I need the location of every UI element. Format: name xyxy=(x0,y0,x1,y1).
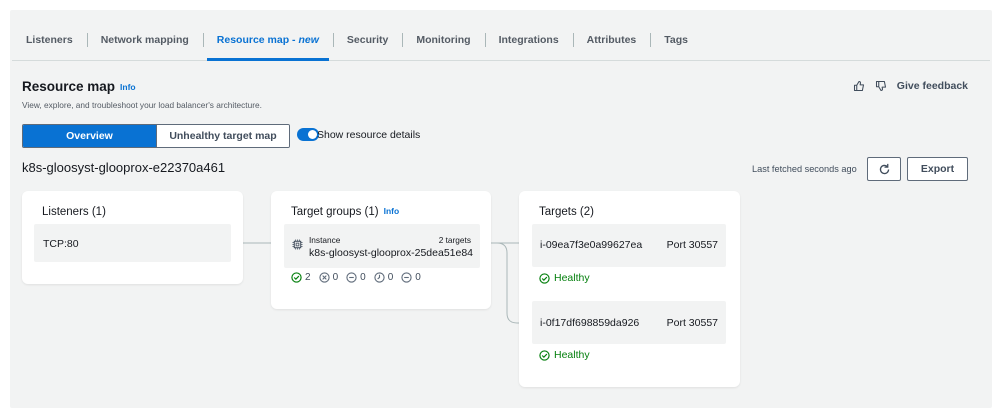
target-port: Port 30557 xyxy=(666,239,718,251)
unhealthy-target-map-button[interactable]: Unhealthy target map xyxy=(156,125,289,147)
target-port: Port 30557 xyxy=(666,317,718,329)
target-groups-title: Target groups (1) Info xyxy=(291,206,399,218)
tab-attributes[interactable]: Attributes xyxy=(572,20,651,60)
info-link[interactable]: Info xyxy=(120,82,136,92)
tab-label: Listeners xyxy=(26,34,73,46)
tab-integrations[interactable]: Integrations xyxy=(484,20,573,60)
pending-clock-icon xyxy=(374,272,385,283)
refresh-button[interactable] xyxy=(867,157,901,181)
last-fetched-text: Last fetched seconds ago xyxy=(752,164,857,174)
instance-icon xyxy=(292,239,303,250)
target-groups-title-text: Target groups (1) xyxy=(291,206,379,218)
draining-count: 0 xyxy=(415,272,421,283)
tab-bar: Listeners Network mapping Resource map -… xyxy=(12,20,990,61)
target-type: Instance xyxy=(309,235,341,245)
tab-label: Security xyxy=(346,34,389,46)
stat-unhealthy: 0 xyxy=(318,272,339,283)
tab-resource-map[interactable]: Resource map - new xyxy=(202,20,333,61)
page-title-text: Resource map xyxy=(22,79,116,94)
view-segmented-control: Overview Unhealthy target map xyxy=(22,124,290,148)
target-groups-card: Target groups (1) Info Instance 2 targets… xyxy=(271,191,491,309)
stat-unused: 0 xyxy=(346,272,366,283)
unhealthy-count: 0 xyxy=(332,272,339,283)
info-link[interactable]: Info xyxy=(384,206,400,216)
target-health-status: Healthy xyxy=(539,272,590,284)
target-group-row[interactable]: Instance 2 targets k8s-gloosyst-glooprox… xyxy=(284,224,480,268)
unhealthy-x-icon xyxy=(318,272,330,283)
page-title: Resource map Info xyxy=(22,79,136,94)
healthy-check-icon xyxy=(539,349,550,361)
targets-card: Targets (2) i-09ea7f3e0a99627ea Port 305… xyxy=(519,191,740,387)
health-stats: 2 0 0 0 0 xyxy=(291,272,421,283)
target-count: 2 targets xyxy=(438,235,471,245)
refresh-icon xyxy=(879,163,889,174)
tab-tags[interactable]: Tags xyxy=(650,20,702,60)
tab-monitoring[interactable]: Monitoring xyxy=(402,20,484,60)
export-button[interactable]: Export xyxy=(907,157,968,181)
page-description: View, explore, and troubleshoot your loa… xyxy=(22,100,262,110)
stat-draining: 0 xyxy=(401,272,421,283)
thumbs-up-icon[interactable] xyxy=(853,80,865,92)
listener-protocol: TCP:80 xyxy=(43,238,79,250)
healthy-count: 2 xyxy=(305,272,311,283)
target-group-name: k8s-gloosyst-glooprox-25dea51e84 xyxy=(309,247,474,259)
load-balancer-name: k8s-gloosyst-glooprox-e22370a461 xyxy=(22,160,226,175)
pending-count: 0 xyxy=(387,272,394,283)
draining-minus-icon xyxy=(401,272,412,283)
show-details-toggle[interactable] xyxy=(297,128,319,141)
listener-row[interactable]: TCP:80 xyxy=(34,224,231,262)
tab-label: Network mapping xyxy=(100,34,189,46)
stat-healthy: 2 xyxy=(291,272,311,283)
target-health-status: Healthy xyxy=(539,349,590,361)
tab-label: Attributes xyxy=(586,34,637,46)
feedback-group: Give feedback xyxy=(853,80,968,92)
target-id: i-09ea7f3e0a99627ea xyxy=(540,239,643,251)
stat-pending: 0 xyxy=(374,272,394,283)
healthy-check-icon xyxy=(539,272,550,284)
tab-network-mapping[interactable]: Network mapping xyxy=(86,20,203,60)
target-id: i-0f17df698859da926 xyxy=(540,317,640,329)
unused-count: 0 xyxy=(360,272,366,283)
tab-label: Integrations xyxy=(498,34,559,46)
targets-title: Targets (2) xyxy=(539,206,594,218)
overview-button[interactable]: Overview xyxy=(23,125,156,147)
tab-listeners[interactable]: Listeners xyxy=(12,20,87,60)
target-row[interactable]: i-0f17df698859da926 Port 30557 xyxy=(532,301,726,344)
tab-label: Resource map - xyxy=(216,34,299,46)
new-badge: new xyxy=(298,34,319,46)
health-label: Healthy xyxy=(554,349,590,361)
tab-label: Tags xyxy=(664,34,688,46)
show-details-label: Show resource details xyxy=(317,129,421,141)
thumbs-down-icon[interactable] xyxy=(875,80,887,92)
unused-minus-icon xyxy=(346,272,357,283)
target-row[interactable]: i-09ea7f3e0a99627ea Port 30557 xyxy=(532,224,726,267)
give-feedback-link[interactable]: Give feedback xyxy=(897,80,968,92)
tab-security[interactable]: Security xyxy=(332,20,402,60)
health-label: Healthy xyxy=(554,272,590,284)
listeners-card: Listeners (1) TCP:80 xyxy=(22,191,243,284)
listeners-title: Listeners (1) xyxy=(42,206,106,218)
tab-label: Monitoring xyxy=(416,34,471,46)
healthy-check-icon xyxy=(291,272,302,283)
